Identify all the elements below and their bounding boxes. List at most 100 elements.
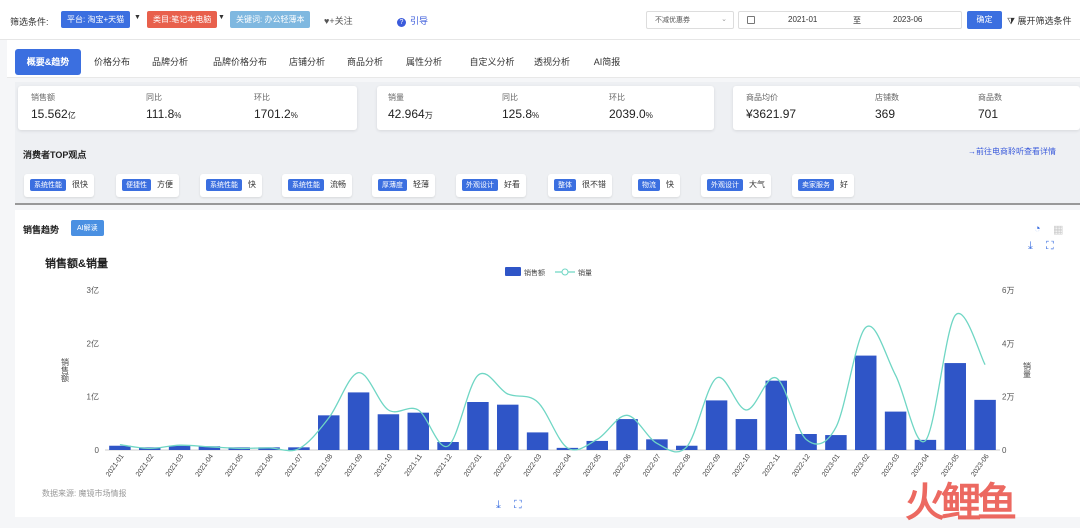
tab-brand-price[interactable]: 品牌价格分布 [205,49,275,75]
date-end[interactable]: 2023-06 [893,15,922,24]
question-icon: ? [397,18,406,27]
bar-mark [735,419,758,450]
tab-price-distribution[interactable]: 价格分布 [87,49,137,75]
tab-pivot-analysis[interactable]: 透视分析 [527,49,577,75]
x-tick-label: 2023-02 [851,453,872,478]
fullscreen-icon[interactable]: ⛶ [514,499,522,512]
platform-filter-chip[interactable]: 平台: 淘宝+天猫 [61,11,131,28]
x-tick-label: 2021-04 [195,453,216,478]
metric-label: 销售额 [31,93,55,102]
follow-button[interactable]: ♥+关注 [324,14,353,27]
date-start[interactable]: 2021-01 [788,15,817,24]
x-tick-label: 2022-10 [732,453,753,478]
x-tick-label: 2022-06 [612,453,633,478]
tag-key: 厚薄度 [378,179,407,191]
y-axis-label: 销售额 [61,357,70,383]
opinion-tag: 物流快 [632,174,680,197]
confirm-button[interactable]: 确定 [967,11,1002,29]
follow-label: +关注 [329,16,353,26]
chevron-down-icon[interactable]: ▼ [218,14,225,21]
tag-key: 卖家服务 [798,179,834,191]
x-tick-label: 2022-09 [702,453,723,478]
tag-value: 快 [248,180,256,189]
expand-filters-button[interactable]: ⧩ 展开筛选条件 [1007,14,1072,27]
x-tick-label: 2022-12 [791,453,812,478]
tab-overview[interactable]: 概要&趋势 [15,49,81,75]
bar-mark [855,355,877,450]
metric-value: 15.562 [31,107,68,121]
chevron-down-icon: ⌄ [721,16,727,23]
bar-mark [944,363,966,450]
x-tick-label: 2022-01 [463,453,484,478]
shop-count-metric: 店铺数 369 [875,92,899,121]
metric-value: 701 [978,107,999,121]
metric-value: 42.964 [388,107,425,121]
y2-tick-label: 2万 [1002,393,1014,402]
guide-label: 引导 [410,16,429,26]
bar-mark [974,399,996,450]
bar-mark [526,432,549,450]
x-tick-label: 2022-03 [523,453,544,478]
metric-value: 111.8 [146,107,175,121]
x-tick-label: 2022-02 [493,453,514,478]
filter-label: 筛选条件: [10,17,49,27]
x-tick-label: 2021-02 [135,453,156,478]
y-tick-label: 1亿 [87,392,99,402]
tag-value: 流畅 [330,180,346,189]
legend-label: 销售额 [524,268,545,277]
bar-mark [347,392,370,450]
tag-key: 外观设计 [707,179,743,191]
bar-mark [765,380,787,450]
tab-ai-brief[interactable]: AI简报 [585,49,629,75]
x-tick-label: 2023-03 [881,453,902,478]
consumer-detail-link[interactable]: →前往电商聆听查看详情 [968,146,1056,157]
chevron-down-icon[interactable]: ▼ [134,14,141,21]
x-tick-label: 2021-03 [165,453,186,478]
tag-value: 轻薄 [413,180,429,189]
x-tick-label: 2022-05 [582,453,603,478]
keyword-filter-chip[interactable]: 关键词: 办公轻薄本 [230,11,311,28]
tab-product-analysis[interactable]: 商品分析 [340,49,390,75]
metric-label: 商品均价 [746,93,778,102]
date-separator: 至 [853,16,861,25]
price-card: 商品均价 ¥3621.97 店铺数 369 商品数 701 [733,86,1080,130]
y2-axis-label: 销量 [1023,361,1032,378]
legend-swatch-bar [505,267,521,276]
bar-mark [318,415,340,450]
tag-key: 外观设计 [462,179,498,191]
metric-unit: % [645,111,653,120]
guide-link[interactable]: ? 引导 [397,14,428,27]
volume-yoy-metric: 同比 125.8% [502,92,539,121]
tag-value: 好看 [504,180,520,189]
x-tick-label: 2021-05 [224,453,245,478]
tab-bar: 概要&趋势 价格分布 品牌分析 品牌价格分布 店铺分析 商品分析 属性分析 自定… [7,40,1080,78]
discount-select-value: 不减优惠券 [655,17,690,24]
tag-value: 很快 [72,180,88,189]
metric-unit: 万 [424,111,433,120]
metric-value: ¥3621.97 [746,107,797,121]
tab-attribute-analysis[interactable]: 属性分析 [399,49,449,75]
x-tick-label: 2022-08 [672,453,693,478]
tab-shop-analysis[interactable]: 店铺分析 [282,49,332,75]
metric-value: 2039.0 [609,107,646,121]
date-range-picker[interactable]: 2021-01 至 2023-06 [738,11,962,29]
tag-value: 好 [840,180,848,189]
sales-mom-metric: 环比 1701.2% [254,92,298,121]
tab-brand-analysis[interactable]: 品牌分析 [145,49,195,75]
x-tick-label: 2021-07 [284,453,305,478]
download-icon[interactable]: ⤓ [496,499,501,512]
filter-icon: ⧩ [1007,16,1016,26]
y2-tick-label: 0 [1002,446,1007,455]
bar-mark [884,411,907,450]
bar-mark [646,439,668,450]
bar-mark [586,440,608,450]
tab-custom-analysis[interactable]: 自定义分析 [461,49,523,75]
metric-value: 1701.2 [254,107,291,121]
sales-card: 销售额 15.562亿 同比 111.8% 环比 1701.2% [18,86,357,130]
x-tick-label: 2021-01 [105,453,126,478]
category-filter-chip[interactable]: 类目:笔记本电脑 [147,11,218,28]
volume-mom-metric: 环比 2039.0% [609,92,653,121]
opinion-tag: 厚薄度 轻薄 [372,174,435,197]
discount-select[interactable]: 不减优惠券 ⌄ [646,11,734,29]
x-tick-label: 2023-01 [821,453,842,478]
